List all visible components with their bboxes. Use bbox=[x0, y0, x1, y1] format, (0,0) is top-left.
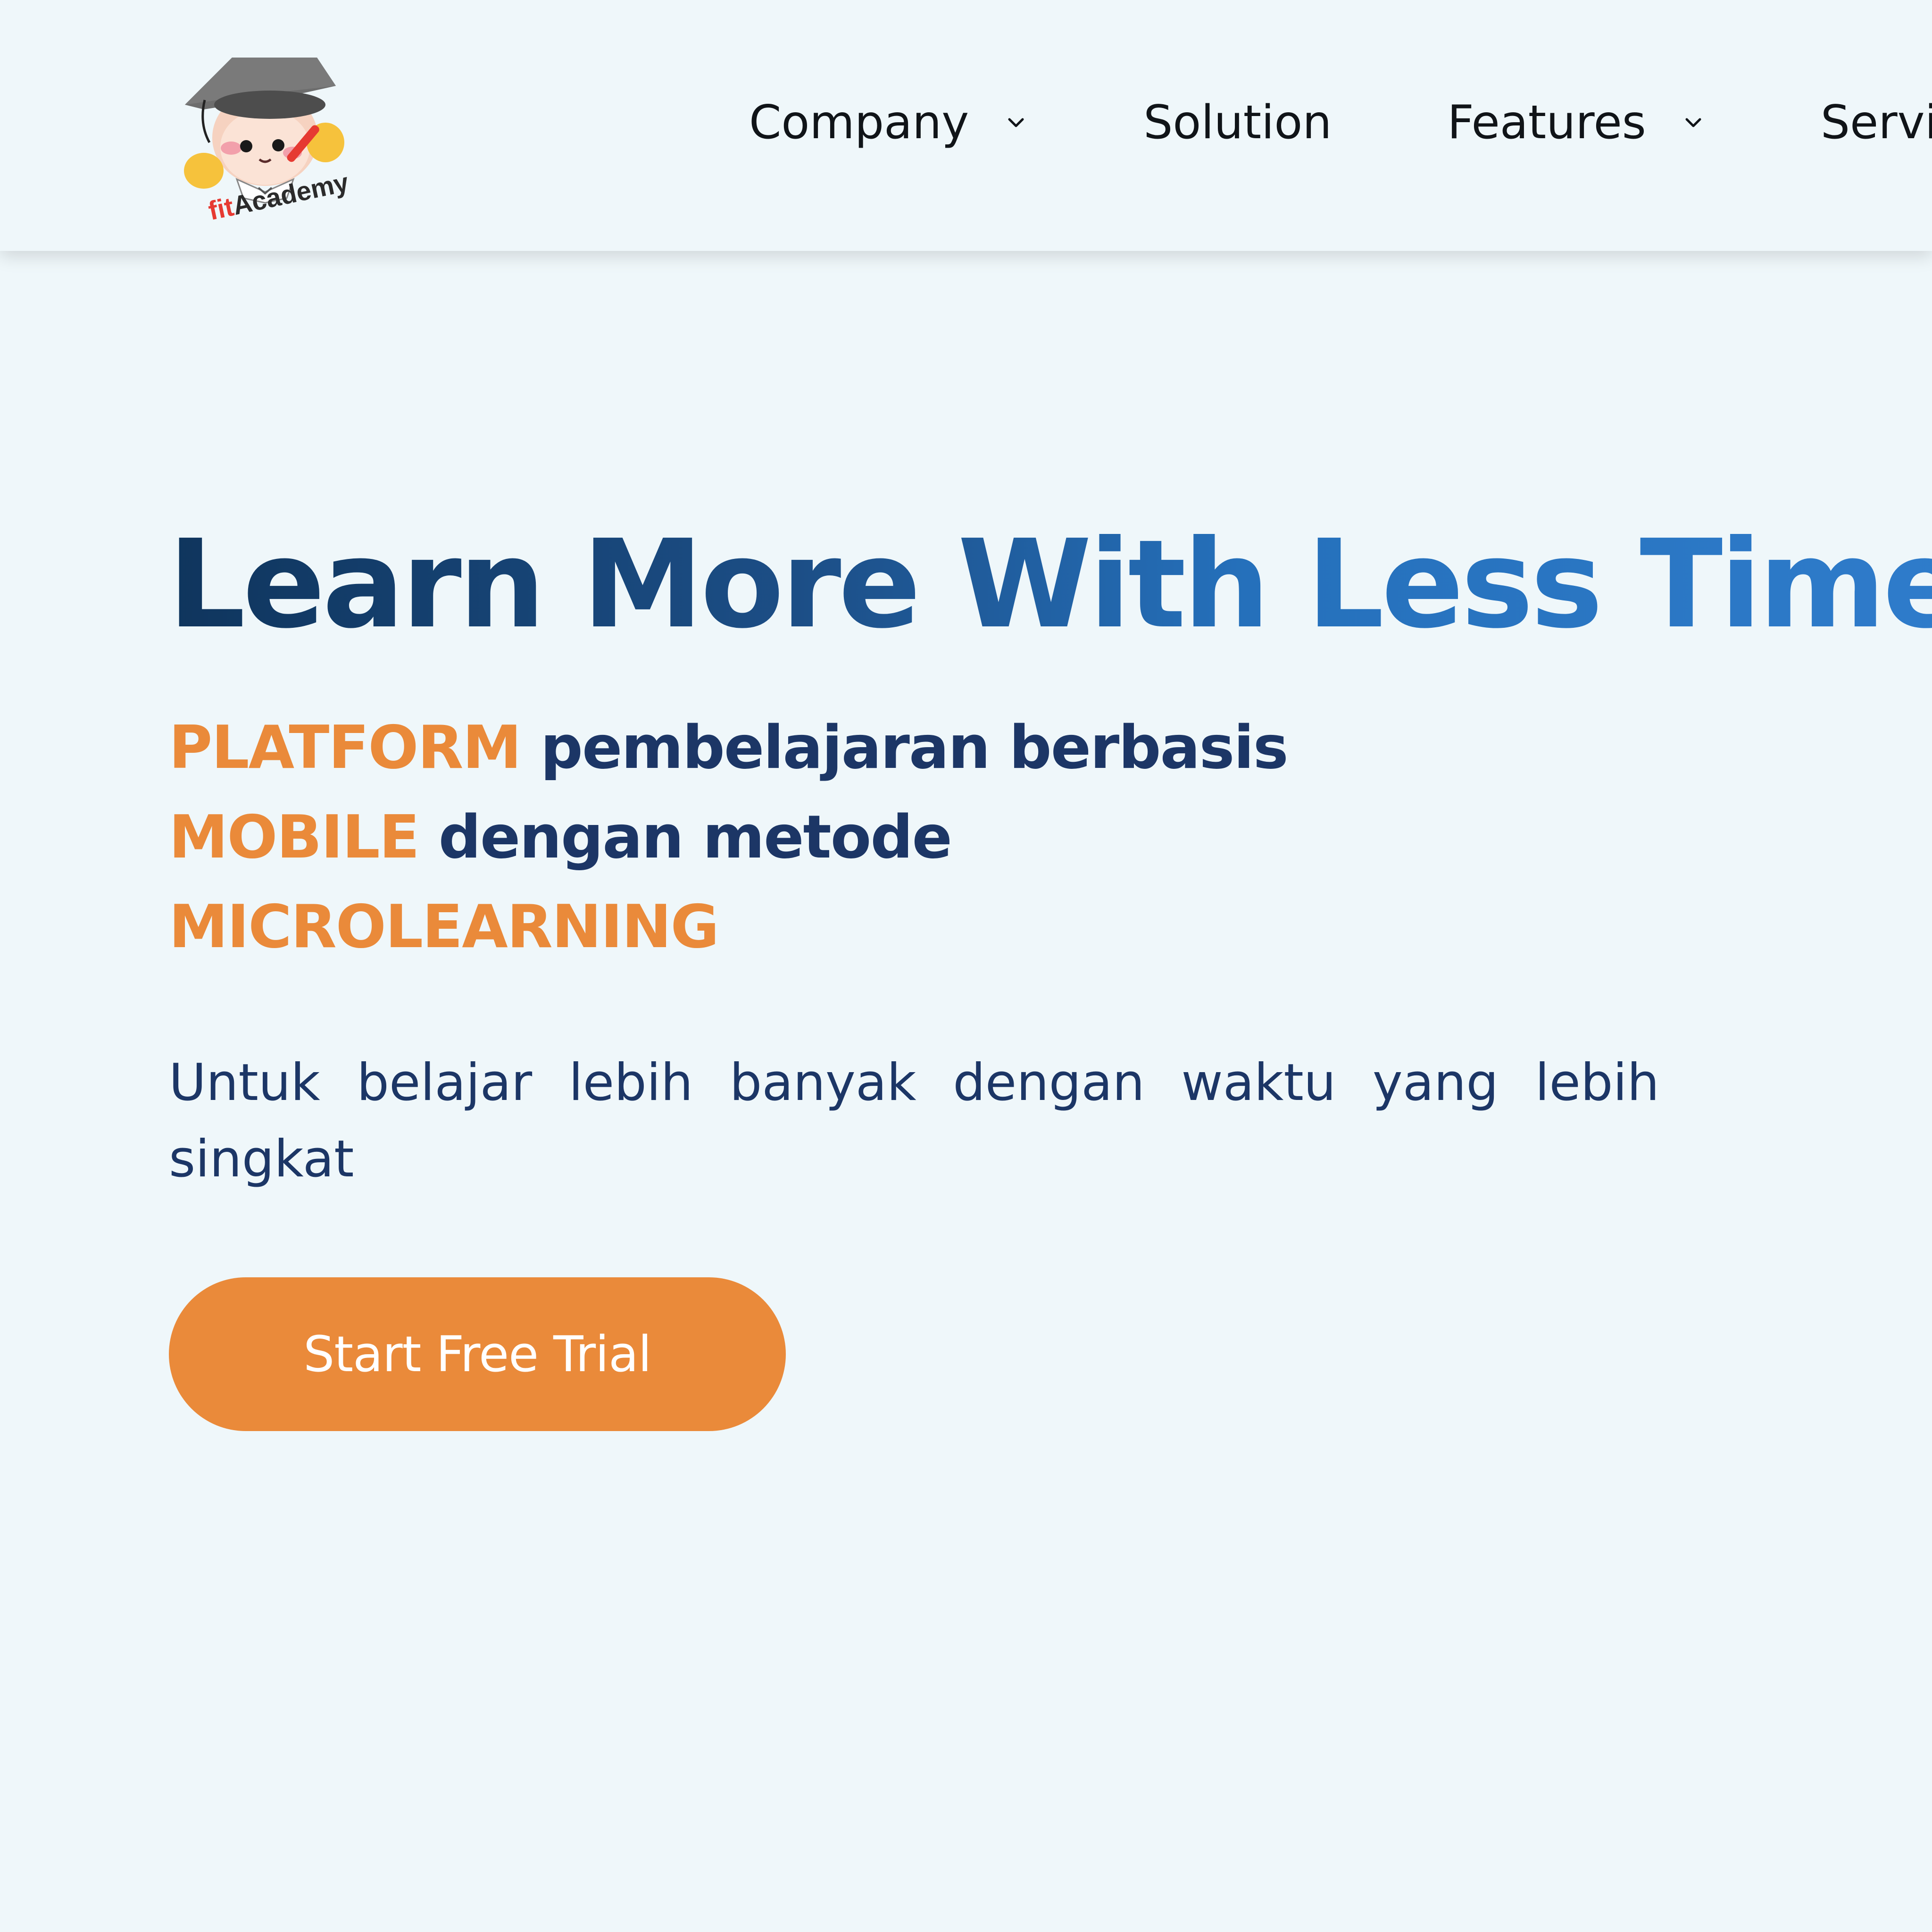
nav-features[interactable]: Features bbox=[1447, 96, 1702, 150]
hero-title: Learn More With Less Time bbox=[168, 524, 1932, 645]
tagline-line-1: PLATFORM pembelajaran berbasis bbox=[169, 703, 1289, 792]
main-nav: Company Solution Features Services bbox=[749, 90, 1932, 156]
tagline-line-2: MOBILE dengan metode bbox=[169, 792, 1288, 882]
tagline-line-3: MICROLEARNING bbox=[169, 882, 1288, 972]
tagline-highlight-platform: PLATFORM bbox=[169, 713, 522, 782]
start-free-trial-button[interactable]: Start Free Trial bbox=[169, 1277, 786, 1431]
tagline-highlight-microlearning: MICROLEARNING bbox=[169, 892, 719, 961]
chevron-down-icon bbox=[1684, 113, 1703, 132]
tagline-highlight-mobile: MOBILE bbox=[169, 802, 420, 872]
hero-tagline: PLATFORM pembelajaran berbasis MOBILE de… bbox=[169, 703, 1289, 972]
tagline-text-2: dengan metode bbox=[438, 802, 952, 872]
chevron-down-icon bbox=[1007, 113, 1025, 132]
nav-solution[interactable]: Solution bbox=[1143, 96, 1332, 150]
nav-solution-label: Solution bbox=[1143, 96, 1332, 150]
mascot-logo-icon: fitAcademy bbox=[184, 58, 351, 221]
site-header: fitAcademy Company Solution Features Ser… bbox=[0, 0, 1932, 251]
nav-company[interactable]: Company bbox=[749, 96, 1025, 150]
nav-features-label: Features bbox=[1447, 96, 1646, 150]
tagline-text-1: pembelajaran berbasis bbox=[540, 713, 1289, 782]
nav-services-label: Services bbox=[1820, 96, 1932, 150]
fitacademy-logo[interactable]: fitAcademy bbox=[175, 29, 360, 221]
hero-subtext: Untuk belajar lebih banyak dengan waktu … bbox=[169, 1053, 1659, 1189]
nav-services[interactable]: Services bbox=[1821, 96, 1932, 150]
nav-company-label: Company bbox=[749, 96, 969, 150]
